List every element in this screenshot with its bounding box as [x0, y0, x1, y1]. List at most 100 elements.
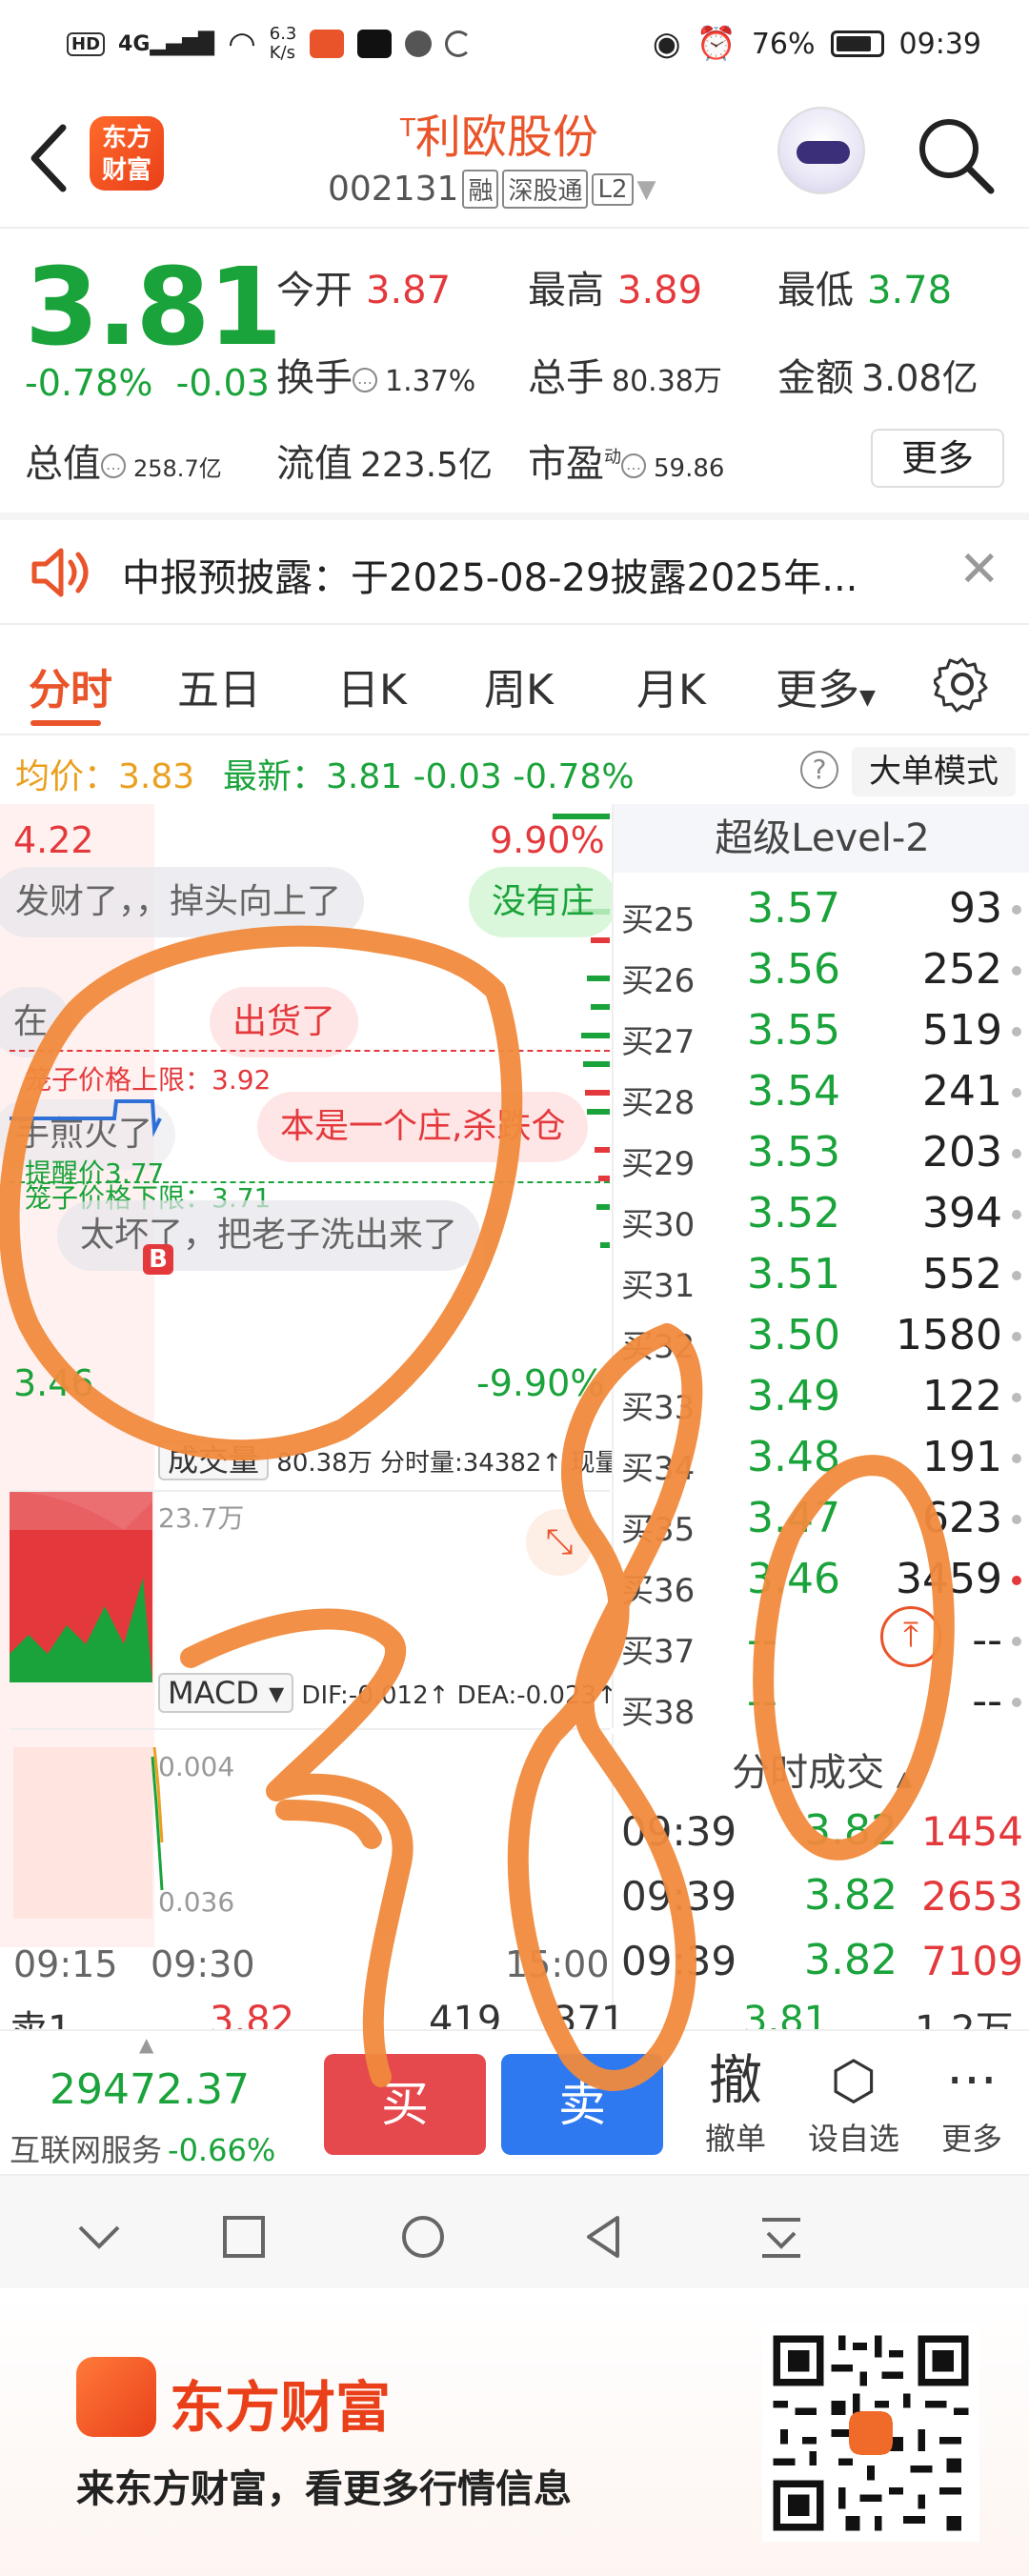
order-book-row[interactable]: 买29 3.53 203 — [614, 1124, 1029, 1185]
order-level-label: 买36 — [621, 1572, 696, 1610]
order-book-row[interactable]: 买28 3.54 241 — [614, 1063, 1029, 1124]
market-cap: 总值… 258.7亿 — [25, 442, 222, 486]
eye-icon: ◉ — [652, 25, 681, 63]
order-volume: -- — [972, 1677, 1002, 1725]
trade-row: 09:39 3.82 7109 — [614, 1932, 1029, 1995]
order-book-row[interactable]: 买25 3.57 93 — [614, 880, 1029, 941]
recent-apps-icon[interactable] — [215, 2210, 272, 2264]
buy-button[interactable]: 买 — [324, 2054, 486, 2155]
tab-more[interactable]: 更多▼ — [776, 655, 876, 716]
tab-five-day[interactable]: 五日 — [177, 655, 261, 716]
volume: 总手 80.38万 — [528, 356, 722, 400]
notice-bar[interactable]: 中报预披露：于2025-08-29披露2025年... ✕ — [0, 524, 1029, 619]
order-price: 3.52 — [747, 1189, 840, 1238]
volume-max-label: 23.7万 — [158, 1502, 245, 1534]
macd-top-label: 0.004 — [158, 1751, 235, 1782]
signal-icon: 4G▂▄▆█ — [118, 31, 215, 56]
macd-bottom-label: 0.036 — [158, 1886, 235, 1918]
sell-button[interactable]: 卖 — [501, 2054, 663, 2155]
expand-icon[interactable]: ⤡ — [526, 1509, 593, 1576]
collapse-handle[interactable]: ▲ — [139, 2033, 153, 2056]
dropdown-arrow-icon[interactable]: ▼ — [637, 175, 656, 204]
order-book-row[interactable]: 买30 3.52 394 — [614, 1185, 1029, 1246]
order-book-row[interactable]: 买34 3.48 191 — [614, 1429, 1029, 1490]
order-book-row[interactable]: 买35 3.47 623 — [614, 1490, 1029, 1551]
low-price: 最低 3.78 — [777, 269, 953, 312]
trade-qty: 7109 — [921, 1938, 1023, 1984]
order-level-label: 买27 — [621, 1023, 696, 1061]
order-book-row[interactable]: 买31 3.51 552 — [614, 1246, 1029, 1307]
notification-pull-icon[interactable] — [753, 2210, 810, 2264]
order-book-row[interactable]: 买32 3.50 1580 — [614, 1307, 1029, 1368]
tab-intraday[interactable]: 分时 — [29, 655, 112, 716]
time-axis-end: 15:00 — [505, 1943, 610, 1985]
info-icon[interactable]: … — [101, 453, 126, 478]
trades-panel: 分时成交 ▲ 09:39 3.82 1454 09:39 3.82 2653 09:39 3.… — [612, 1734, 1029, 2039]
order-price: 3.56 — [747, 945, 840, 994]
cancel-order-button[interactable]: 撤 撤单 — [678, 2048, 793, 2159]
stock-code-row[interactable]: 002131 融 深股通 L2 ▼ — [328, 170, 656, 209]
level2-title[interactable]: 超级Level-2 — [614, 804, 1029, 873]
macd-title[interactable]: MACD ▾ — [158, 1673, 294, 1713]
back-icon[interactable] — [575, 2210, 633, 2264]
order-price: 3.48 — [747, 1433, 840, 1481]
order-price: 3.53 — [747, 1128, 840, 1177]
tab-monthly-k[interactable]: 月K — [636, 655, 706, 716]
info-icon[interactable]: … — [353, 368, 377, 392]
sector-index-value[interactable]: 29472.37 — [50, 2065, 250, 2114]
loading-icon — [445, 30, 473, 57]
back-arrow-icon[interactable] — [27, 122, 69, 194]
brand-slogan: 来东方财富，看更多行情信息 — [76, 2467, 572, 2511]
order-dot-icon — [1012, 1332, 1021, 1341]
more-quote-button[interactable]: 更多 — [871, 429, 1004, 488]
order-dot-icon — [1012, 1576, 1021, 1585]
order-book-row[interactable]: 买27 3.55 519 — [614, 1002, 1029, 1063]
sector-index-name[interactable]: 互联网服务 -0.66% — [10, 2126, 275, 2170]
order-level-label: 买38 — [621, 1694, 696, 1732]
search-icon[interactable] — [915, 114, 997, 196]
order-level-label: 买30 — [621, 1206, 696, 1244]
danmu-comment: 本是一个庄,杀跌仓 — [257, 1092, 589, 1162]
more-button[interactable]: ··· 更多 — [915, 2048, 1029, 2159]
intraday-chart[interactable]: 4.22 9.90% 发财了，，掉头向上了 没有庄 在 出货了 笼子价格上限：3… — [0, 804, 695, 1985]
trade-price: 3.82 — [804, 1806, 898, 1855]
latest-price: 最新：3.81 -0.03 -0.78% — [223, 757, 635, 796]
order-book-row[interactable]: 买26 3.56 252 — [614, 941, 1029, 1002]
pct-axis-top: 9.90% — [490, 819, 605, 861]
close-icon[interactable]: ✕ — [958, 545, 1000, 594]
trade-time: 09:39 — [621, 1873, 737, 1920]
active-tab-indicator — [30, 720, 101, 726]
order-level-label: 买31 — [621, 1267, 696, 1305]
order-price: 3.54 — [747, 1067, 840, 1116]
tab-weekly-k[interactable]: 周K — [484, 655, 554, 716]
scroll-top-icon[interactable]: ⤒ — [880, 1606, 941, 1667]
home-icon[interactable] — [394, 2210, 452, 2264]
order-book-row[interactable]: 买33 3.49 122 — [614, 1368, 1029, 1429]
add-watchlist-button[interactable]: ⬡ 设自选 — [797, 2048, 911, 2159]
tab-daily-k[interactable]: 日K — [337, 655, 407, 716]
alarm-icon: ⏰ — [696, 25, 736, 63]
buy-marker[interactable]: B — [143, 1244, 173, 1275]
volume-bars — [10, 1492, 152, 1682]
order-volume: 394 — [922, 1189, 1002, 1238]
chevron-down-icon[interactable] — [71, 2210, 128, 2264]
order-dot-icon — [1012, 905, 1021, 915]
big-order-mode-button[interactable]: 大单模式 — [852, 747, 1016, 796]
order-book-row[interactable]: 买37 -- -- — [614, 1612, 1029, 1673]
order-book-row[interactable]: 买38 -- -- — [614, 1673, 1029, 1734]
order-dot-icon — [1012, 966, 1021, 976]
order-volume: 519 — [922, 1006, 1002, 1055]
gear-icon[interactable] — [934, 655, 991, 713]
macd-shade — [13, 1747, 152, 1919]
info-icon[interactable]: … — [621, 453, 646, 478]
trades-title[interactable]: 分时成交 ▲ — [614, 1741, 1029, 1797]
open-price: 今开 3.87 — [276, 269, 452, 312]
help-icon[interactable]: ? — [800, 751, 838, 789]
stock-code: 002131 — [328, 170, 459, 209]
order-book-row[interactable]: 买36 3.46 3459 — [614, 1551, 1029, 1612]
time-axis-start: 09:15 — [13, 1943, 118, 1985]
current-price: 3.81 — [25, 246, 282, 370]
volume-title[interactable]: 成交量 — [158, 1440, 270, 1480]
brand-logo-icon — [76, 2357, 156, 2437]
assistant-robot-icon[interactable] — [777, 107, 865, 194]
